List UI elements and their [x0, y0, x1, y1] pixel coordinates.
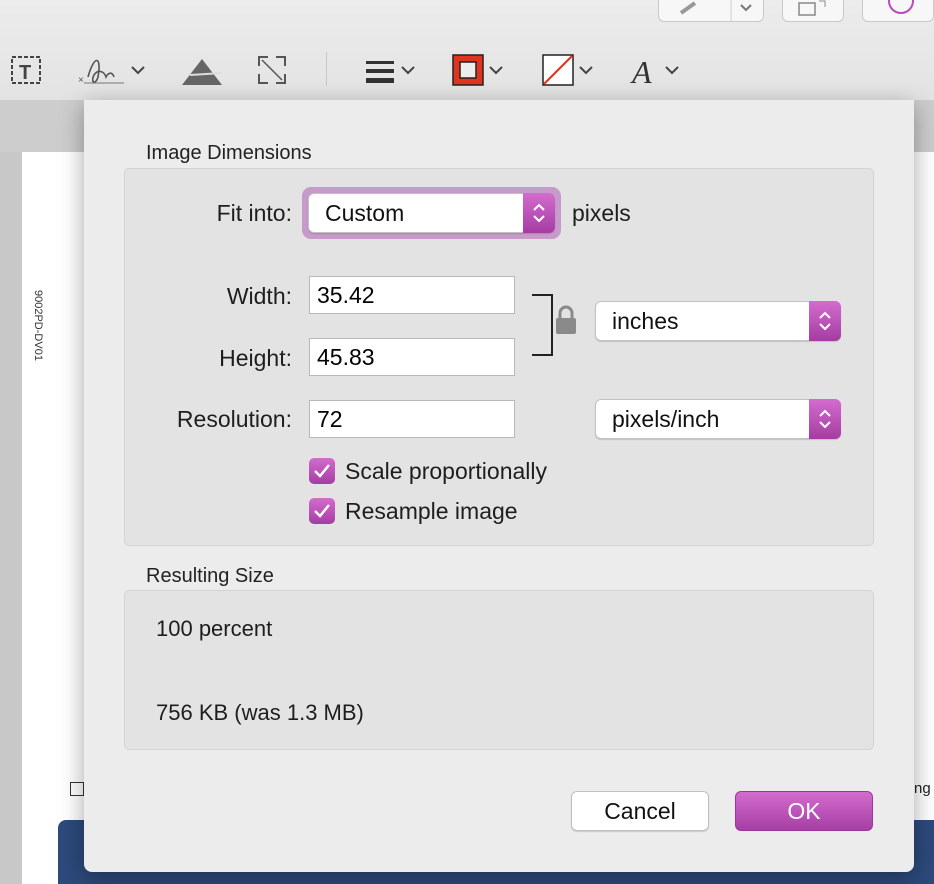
- toolbar-divider: [326, 52, 327, 86]
- svg-text:T: T: [19, 62, 31, 84]
- adjust-size-dialog: Image Dimensions Fit into: Custom pixels…: [84, 100, 914, 872]
- height-label: Height:: [219, 345, 292, 371]
- highlight-button-group[interactable]: [658, 0, 764, 22]
- width-field[interactable]: [309, 276, 515, 314]
- resolution-label: Resolution:: [176, 406, 292, 432]
- updown-arrows-icon: [523, 193, 555, 233]
- border-color-tool[interactable]: [452, 48, 504, 92]
- resolution-field[interactable]: [309, 400, 515, 438]
- checkmark-icon: [314, 464, 330, 478]
- lock-icon[interactable]: [554, 304, 578, 338]
- resample-image-label[interactable]: Resample image: [345, 498, 518, 525]
- resulting-percent: 100 percent: [156, 616, 273, 641]
- checkmark-icon: [314, 504, 330, 518]
- highlight-icon: [679, 0, 752, 21]
- border-color-icon: [452, 54, 484, 86]
- adjust-color-icon: [182, 59, 223, 85]
- resulting-size-title: Resulting Size: [146, 565, 274, 587]
- height-field[interactable]: [309, 338, 515, 376]
- image-dimensions-title: Image Dimensions: [146, 142, 312, 164]
- signature-tool[interactable]: ×: [78, 48, 146, 92]
- text-box-icon: T: [11, 56, 41, 84]
- chevron-down-icon: [401, 66, 415, 75]
- text-style-tool[interactable]: A: [630, 48, 680, 92]
- text-style-icon: A: [630, 54, 652, 87]
- fit-into-unit: pixels: [572, 200, 631, 226]
- document-edge-text: ng: [914, 780, 931, 797]
- cancel-button[interactable]: Cancel: [571, 791, 709, 831]
- resolution-unit-popup[interactable]: pixels/inch: [595, 399, 841, 439]
- chevron-down-icon: [665, 66, 679, 75]
- fit-into-popup[interactable]: Custom: [308, 193, 555, 233]
- ok-button[interactable]: OK: [735, 791, 873, 831]
- size-unit-popup[interactable]: inches: [595, 301, 841, 341]
- svg-text:×: ×: [78, 75, 84, 86]
- resample-image-checkbox[interactable]: [309, 498, 335, 524]
- scale-proportionally-checkbox[interactable]: [309, 458, 335, 484]
- markup-button[interactable]: [862, 0, 934, 22]
- shape-style-icon: [366, 61, 394, 83]
- adjust-size-tool[interactable]: [256, 48, 288, 92]
- signature-icon: ×: [78, 59, 124, 86]
- chevron-down-icon: [489, 66, 503, 75]
- resolution-unit-value: pixels/inch: [612, 406, 720, 432]
- document-checkbox: [70, 782, 84, 796]
- adjust-size-icon: [258, 56, 286, 84]
- markup-pen-icon: [888, 0, 914, 14]
- resulting-filesize: 756 KB (was 1.3 MB): [156, 700, 364, 725]
- shape-style-tool[interactable]: [364, 48, 416, 92]
- updown-arrows-icon: [809, 399, 841, 439]
- resulting-size-group: [124, 590, 874, 750]
- text-box-tool[interactable]: T: [10, 48, 44, 92]
- adjust-color-tool[interactable]: [180, 48, 226, 92]
- markup-toolbar: T × A: [0, 0, 934, 100]
- svg-text:A: A: [630, 54, 652, 87]
- width-label: Width:: [226, 283, 292, 309]
- fit-into-label: Fit into:: [216, 200, 292, 226]
- scale-proportionally-label[interactable]: Scale proportionally: [345, 458, 547, 485]
- rotate-icon: [798, 0, 826, 16]
- fit-into-value: Custom: [325, 200, 405, 226]
- document-side-code: 9002PD-DV01: [32, 290, 44, 361]
- fill-color-icon: [542, 54, 574, 86]
- rotate-button[interactable]: [782, 0, 844, 22]
- fill-color-tool[interactable]: [542, 48, 594, 92]
- chevron-down-icon: [579, 66, 593, 75]
- size-unit-value: inches: [612, 308, 679, 334]
- chevron-down-icon: [131, 66, 145, 75]
- updown-arrows-icon: [809, 301, 841, 341]
